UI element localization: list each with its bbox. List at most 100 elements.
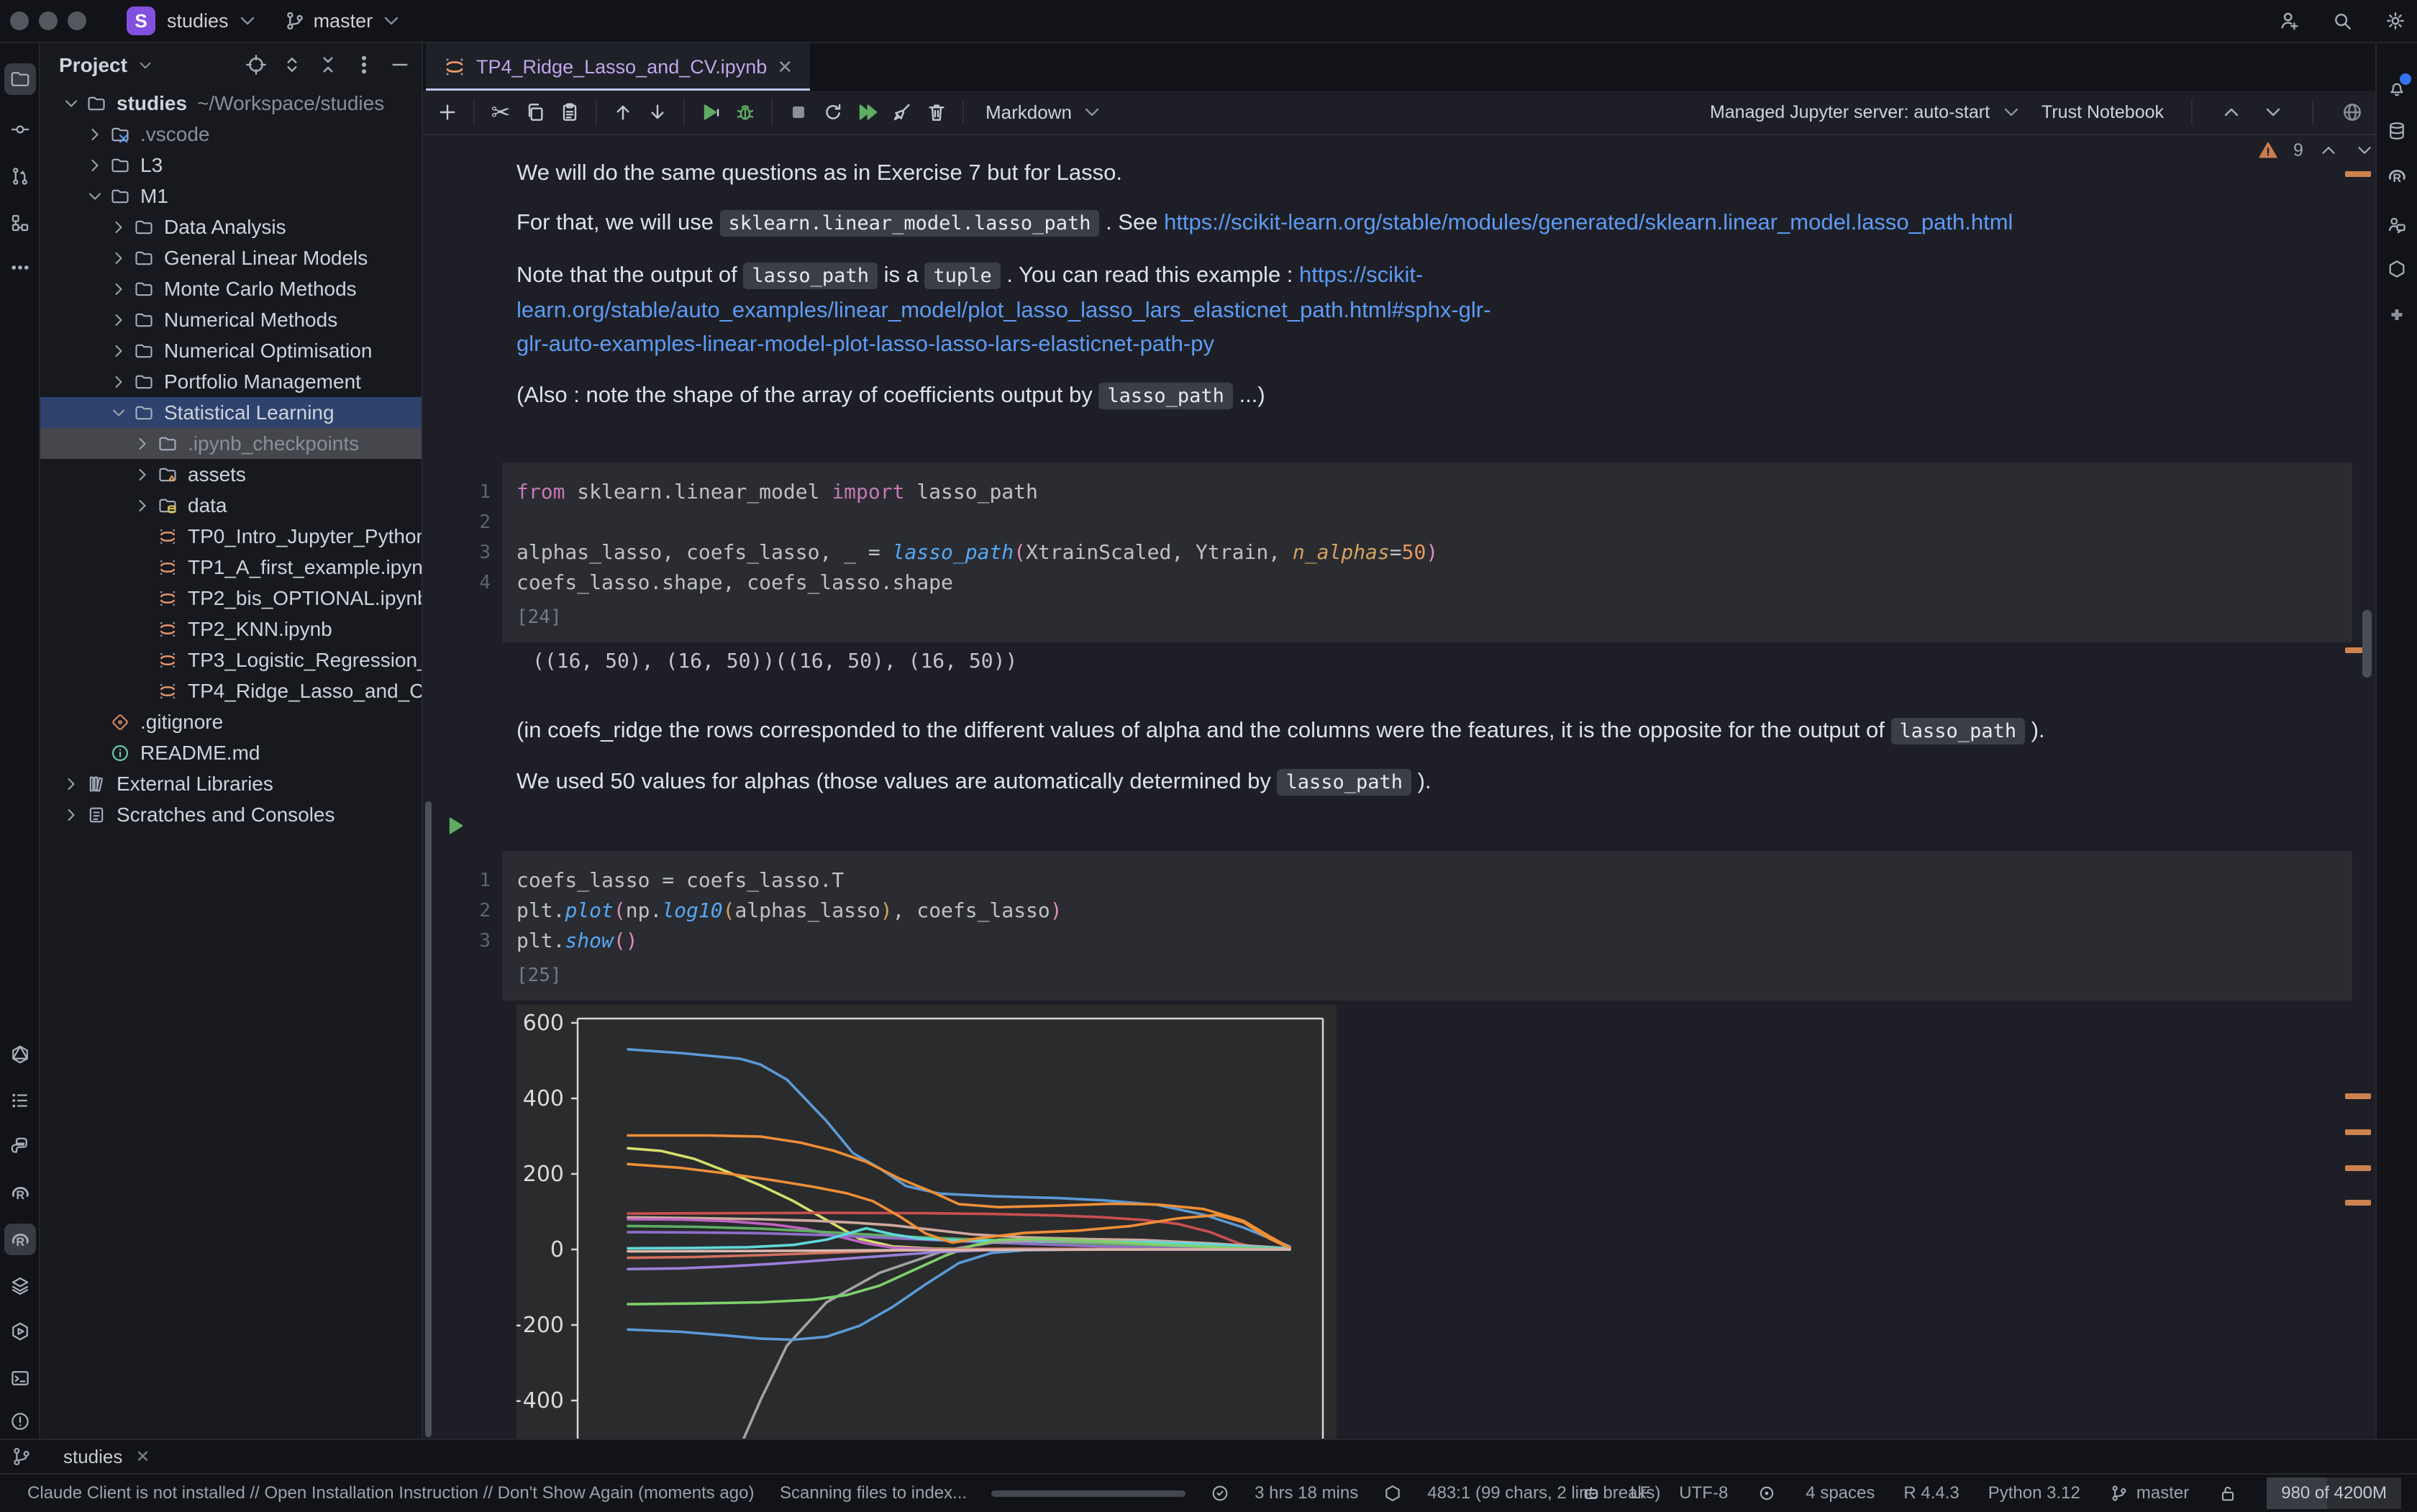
code-line[interactable]: plt.plot(np.log10(alphas_lasso), coefs_l… (516, 896, 2335, 926)
line-ending-select[interactable]: LF (1630, 1483, 1650, 1503)
add-cell-button[interactable] (430, 95, 465, 129)
branch-switcher[interactable]: master (283, 9, 404, 32)
restart-kernel-button[interactable] (816, 95, 850, 129)
move-cell-down-button[interactable] (640, 95, 675, 129)
scrollbar-warning-mark[interactable] (2345, 1129, 2371, 1135)
ai-assistant-status-icon[interactable] (1581, 1483, 1601, 1503)
chevron-right-icon[interactable] (83, 124, 107, 145)
tree-item-m1[interactable]: M1 (40, 181, 422, 211)
scrollbar-warning-mark[interactable] (2345, 171, 2371, 177)
tree-item-numerical-methods[interactable]: Numerical Methods (40, 304, 422, 335)
tree-item-assets[interactable]: assets (40, 459, 422, 490)
next-cell-icon[interactable] (2262, 101, 2285, 124)
chevron-right-icon[interactable] (106, 279, 131, 299)
r-console-icon[interactable]: R (4, 1177, 36, 1208)
code-cell[interactable]: 1234from sklearn.linear_model import las… (502, 463, 2352, 642)
collapse-all-icon[interactable] (317, 53, 340, 76)
settings-gear-icon[interactable] (2384, 9, 2407, 32)
panel-options-icon[interactable] (352, 53, 375, 76)
chevron-right-icon[interactable] (106, 310, 131, 330)
indent-select[interactable]: 4 spaces (1806, 1483, 1875, 1503)
run-all-cells-button[interactable] (850, 95, 885, 129)
prev-problem-icon[interactable] (2318, 140, 2339, 161)
layers-icon[interactable] (4, 1270, 36, 1301)
time-tracker-icon[interactable] (1210, 1483, 1230, 1503)
python-interpreter[interactable]: Python 3.12 (1988, 1483, 2080, 1503)
status-message[interactable]: Claude Client is not installed // Open I… (27, 1483, 754, 1503)
code-line[interactable]: coefs_lasso.shape, coefs_lasso.shape (516, 568, 2335, 598)
chevron-right-icon[interactable] (130, 465, 155, 485)
tree-item-portfolio-management[interactable]: Portfolio Management (40, 366, 422, 397)
chevron-right-icon[interactable] (106, 217, 131, 237)
chevron-down-icon[interactable] (106, 403, 131, 423)
tab-notebook[interactable]: TP4_Ridge_Lasso_and_CV.ipynb ✕ (426, 43, 810, 91)
tree-item-tp2-knn-ipynb[interactable]: TP2_KNN.ipynb (40, 614, 422, 645)
tree-item-l3[interactable]: L3 (40, 150, 422, 181)
code-line[interactable]: plt.show() (516, 926, 2335, 956)
tree-item-statistical-learning[interactable]: Statistical Learning (40, 397, 422, 428)
tree-item--ipynb-checkpoints[interactable]: .ipynb_checkpoints (40, 428, 422, 459)
chevron-down-icon[interactable] (83, 186, 107, 206)
jupyter-server-select[interactable]: Managed Jupyter server: auto-start (1710, 101, 2023, 124)
tree-item-data-analysis[interactable]: Data Analysis (40, 211, 422, 242)
r-logo-icon[interactable]: R (2381, 160, 2413, 191)
notifications-icon[interactable] (2381, 72, 2413, 104)
encoding-select[interactable]: UTF-8 (1679, 1483, 1728, 1503)
hyperlink[interactable]: glr-auto-examples-linear-model-plot-lass… (516, 331, 1214, 356)
chevron-right-icon[interactable] (59, 805, 83, 825)
tree-item-tp1-a-first-example-ipynb[interactable]: TP1_A_first_example.ipynb (40, 552, 422, 583)
tab-close-icon[interactable]: ✕ (777, 56, 793, 78)
more-icon[interactable] (4, 252, 36, 283)
memory-indicator[interactable]: 980 of 4200M (2267, 1477, 2401, 1509)
code-line[interactable]: alphas_lasso, coefs_lasso, _ = lasso_pat… (516, 537, 2335, 568)
project-folder-icon[interactable] (4, 63, 36, 95)
highlighting-level-icon[interactable] (1757, 1483, 1777, 1503)
scrollbar-warning-mark[interactable] (2345, 1093, 2371, 1099)
tree-item-scratches-and-consoles[interactable]: Scratches and Consoles (40, 799, 422, 830)
inspections-widget[interactable]: 9 (2257, 140, 2375, 161)
git-branch-widget[interactable]: master (2109, 1483, 2189, 1503)
scrollbar-warning-mark[interactable] (2345, 1165, 2371, 1171)
hexagon-icon[interactable] (2381, 253, 2413, 285)
chevron-down-icon[interactable] (59, 94, 83, 114)
scrollbar-warning-mark[interactable] (2345, 1200, 2371, 1206)
code-line[interactable] (516, 507, 2335, 537)
tree-item-tp4-ridge-lasso-and-cv-ip[interactable]: TP4_Ridge_Lasso_and_CV.ip (40, 675, 422, 706)
tree-item-external-libraries[interactable]: External Libraries (40, 768, 422, 799)
window-zoom-button[interactable] (68, 12, 86, 30)
chevron-right-icon[interactable] (59, 774, 83, 794)
structure-icon[interactable] (4, 207, 36, 239)
todo-list-icon[interactable] (4, 1085, 36, 1116)
tree-item-numerical-optimisation[interactable]: Numerical Optimisation (40, 335, 422, 366)
services-icon[interactable] (4, 1316, 36, 1347)
r-tool-icon[interactable]: R (4, 1224, 36, 1255)
chevron-right-icon[interactable] (83, 155, 107, 176)
copy-cell-button[interactable] (518, 95, 552, 129)
clear-outputs-button[interactable] (885, 95, 919, 129)
tool-tab-studies[interactable]: studies ✕ (63, 1446, 150, 1468)
prev-cell-icon[interactable] (2220, 101, 2243, 124)
expand-all-icon[interactable] (281, 53, 304, 76)
kernel-status-icon[interactable] (1383, 1483, 1403, 1503)
chevron-right-icon[interactable] (106, 248, 131, 268)
tree-item-tp3-logistic-regression-an[interactable]: TP3_Logistic_Regression_an (40, 645, 422, 675)
project-switcher[interactable]: studies (167, 9, 259, 32)
move-cell-up-button[interactable] (606, 95, 640, 129)
code-line[interactable]: from sklearn.linear_model import lasso_p… (516, 477, 2335, 507)
hide-panel-icon[interactable] (388, 53, 411, 76)
open-in-browser-icon[interactable] (2341, 101, 2364, 124)
python-console-icon[interactable] (4, 1131, 36, 1162)
chevron-right-icon[interactable] (130, 496, 155, 516)
tree-item-general-linear-models[interactable]: General Linear Models (40, 242, 422, 273)
tree-item--gitignore[interactable]: .gitignore (40, 706, 422, 737)
select-opened-file-icon[interactable] (245, 53, 268, 76)
next-problem-icon[interactable] (2354, 140, 2375, 161)
chevron-right-icon[interactable] (106, 372, 131, 392)
add-user-icon[interactable] (2277, 9, 2300, 32)
trust-notebook-button[interactable]: Trust Notebook (2042, 102, 2164, 123)
file-lock-icon[interactable] (2218, 1483, 2238, 1503)
tree-item-monte-carlo-methods[interactable]: Monte Carlo Methods (40, 273, 422, 304)
terminal-icon[interactable] (4, 1362, 36, 1394)
database-icon[interactable] (2381, 115, 2413, 147)
editor-scrollbar[interactable] (2362, 610, 2372, 678)
